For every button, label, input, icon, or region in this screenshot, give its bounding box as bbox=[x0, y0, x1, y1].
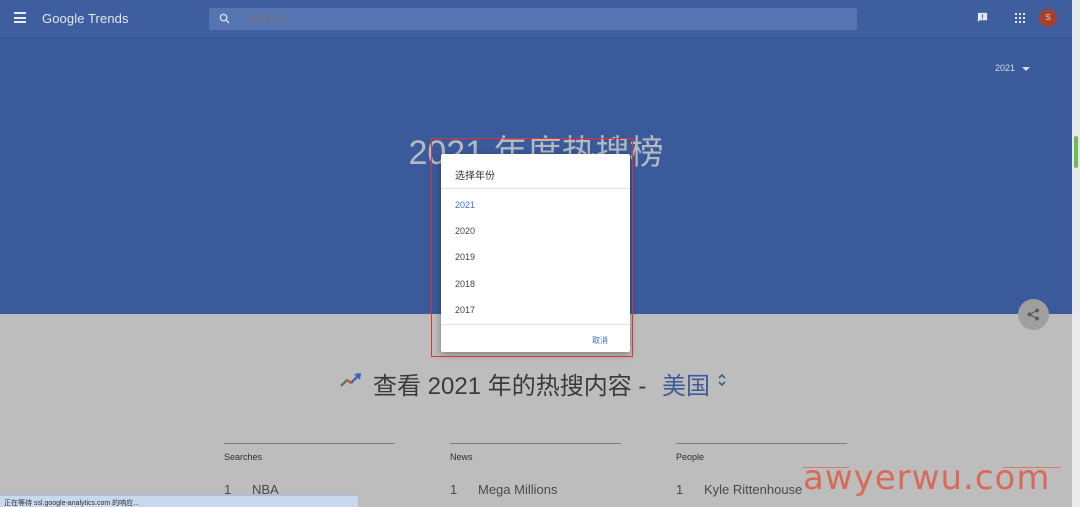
share-icon bbox=[1027, 308, 1039, 321]
dialog-divider bbox=[441, 324, 630, 325]
search-icon bbox=[219, 13, 230, 24]
year-dropdown[interactable]: 2021 bbox=[995, 63, 1015, 73]
explore-text: 查看 2021 年的热搜内容 - bbox=[373, 373, 647, 400]
column-header: News bbox=[450, 452, 473, 462]
browser-status-bar: 正在等待 ssl.google-analytics.com 的响应... bbox=[0, 495, 359, 507]
news-column: News 1 Mega Millions bbox=[450, 443, 621, 497]
menu-icon[interactable] bbox=[14, 12, 26, 23]
account-avatar[interactable]: S bbox=[1039, 9, 1057, 27]
country-selector[interactable]: 美国 bbox=[662, 366, 710, 401]
page-scrollbar[interactable] bbox=[1072, 0, 1080, 507]
search-box[interactable] bbox=[209, 8, 857, 30]
share-button[interactable] bbox=[1018, 299, 1049, 330]
dialog-title: 选择年份 bbox=[455, 171, 495, 182]
unfold-icon[interactable] bbox=[717, 373, 727, 387]
scrollbar-thumb[interactable] bbox=[1074, 136, 1078, 168]
column-divider bbox=[224, 443, 395, 444]
trending-arrow-icon bbox=[340, 373, 361, 387]
rank-number: 1 bbox=[676, 482, 684, 497]
dialog-divider bbox=[441, 188, 630, 189]
watermark-text: awyerwu.com bbox=[803, 458, 1051, 498]
year-option-2017[interactable]: 2017 bbox=[455, 305, 475, 315]
list-item[interactable]: 1 NBA bbox=[224, 482, 395, 497]
year-option-2021[interactable]: 2021 bbox=[455, 200, 475, 210]
list-item[interactable]: 1 Mega Millions bbox=[450, 482, 621, 497]
item-label[interactable]: Mega Millions bbox=[478, 482, 557, 497]
top-app-bar: Google Trends S bbox=[0, 0, 1072, 37]
caret-down-icon[interactable] bbox=[1022, 67, 1030, 71]
google-trends-logo[interactable]: Google Trends bbox=[42, 11, 129, 26]
column-divider bbox=[450, 443, 621, 444]
apps-icon[interactable] bbox=[1015, 13, 1025, 23]
feedback-icon[interactable] bbox=[977, 12, 988, 23]
year-option-2019[interactable]: 2019 bbox=[455, 252, 475, 262]
search-input[interactable] bbox=[249, 12, 839, 26]
cancel-button[interactable]: 取消 bbox=[592, 335, 608, 346]
year-picker-dialog: 选择年份 2021 2020 2019 2018 2017 取消 bbox=[441, 154, 630, 352]
rank-number: 1 bbox=[450, 482, 458, 497]
year-option-2018[interactable]: 2018 bbox=[455, 279, 475, 289]
column-header: Searches bbox=[224, 452, 263, 462]
year-option-2020[interactable]: 2020 bbox=[455, 226, 475, 236]
searches-column: Searches 1 NBA bbox=[224, 443, 395, 497]
item-label[interactable]: Kyle Rittenhouse bbox=[704, 482, 802, 497]
column-divider bbox=[676, 443, 847, 444]
